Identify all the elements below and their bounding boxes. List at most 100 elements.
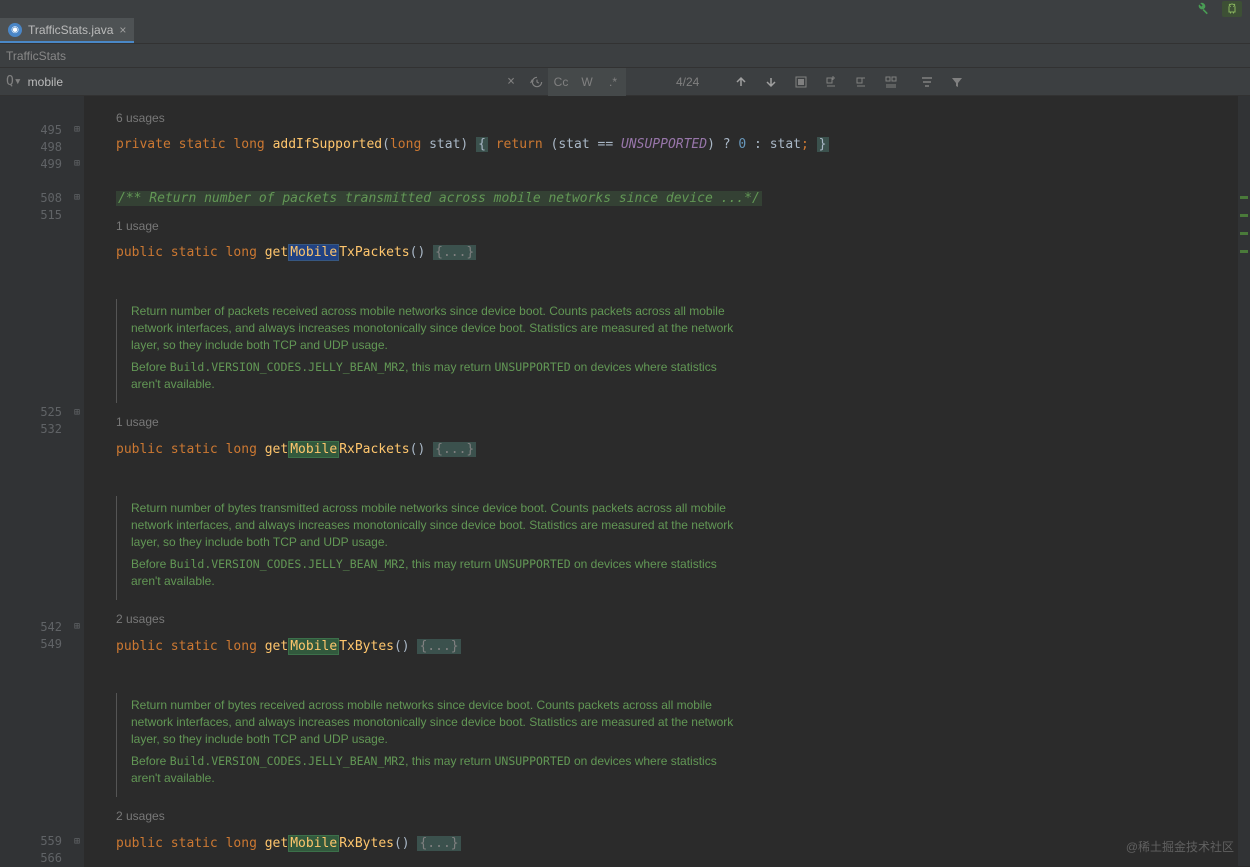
line-number: 559⊞	[0, 833, 84, 850]
find-result-count: 4/24	[626, 75, 729, 89]
doc-comment: Return number of bytes received across m…	[116, 693, 736, 797]
add-selection-icon[interactable]	[819, 70, 843, 94]
line-number	[0, 567, 84, 584]
editor-area: 495⊞498499⊞508⊞515525⊞532542⊞549559⊞566 …	[0, 96, 1250, 867]
code-line[interactable]: public static long getMobileRxBytes() {.…	[116, 830, 1250, 857]
search-match-current: Mobile	[288, 244, 339, 261]
next-match-icon[interactable]	[759, 70, 783, 94]
line-number	[0, 353, 84, 370]
code-line[interactable]: /** Return number of packets transmitted…	[116, 185, 1250, 212]
code-line[interactable]	[116, 158, 1250, 185]
tool-icon[interactable]	[1194, 1, 1210, 17]
prev-match-icon[interactable]	[729, 70, 753, 94]
line-number: 515	[0, 206, 84, 223]
search-match: Mobile	[288, 835, 339, 852]
find-bar: Q▾ × Cc W .* 4/24	[0, 68, 1250, 96]
history-icon[interactable]	[526, 71, 548, 93]
line-number	[0, 730, 84, 747]
fold-toggle-icon[interactable]: ⊞	[74, 621, 80, 632]
line-number	[0, 172, 84, 189]
find-input[interactable]	[28, 75, 496, 89]
fold-toggle-icon[interactable]: ⊞	[74, 192, 80, 203]
line-number	[0, 284, 84, 301]
line-number: 532	[0, 421, 84, 438]
line-number: 525⊞	[0, 404, 84, 421]
fold-placeholder[interactable]: {...}	[433, 442, 476, 457]
match-case-toggle[interactable]: Cc	[548, 68, 574, 96]
select-all-icon[interactable]	[789, 70, 813, 94]
breadcrumb[interactable]: TrafficStats	[0, 44, 1250, 68]
clear-search-icon[interactable]: ×	[500, 71, 522, 93]
fold-placeholder[interactable]: {...}	[417, 836, 460, 851]
doc-comment: Return number of packets received across…	[116, 299, 736, 403]
line-number	[0, 336, 84, 353]
line-number	[0, 499, 84, 516]
line-number	[0, 550, 84, 567]
android-icon[interactable]	[1222, 1, 1242, 17]
gutter: 495⊞498499⊞508⊞515525⊞532542⊞549559⊞566	[0, 96, 84, 867]
regex-toggle[interactable]: .*	[600, 68, 626, 96]
line-number: 549	[0, 635, 84, 652]
line-number: 508⊞	[0, 189, 84, 206]
line-number	[0, 516, 84, 533]
usage-label[interactable]: 1 usage	[116, 409, 1250, 436]
title-bar	[0, 0, 1250, 18]
line-number: 499⊞	[0, 155, 84, 172]
editor-tabs: ◉ TrafficStats.java ×	[0, 18, 1250, 44]
close-tab-icon[interactable]: ×	[119, 23, 126, 37]
code-line[interactable]	[116, 857, 1250, 867]
words-toggle[interactable]: W	[574, 68, 600, 96]
code-line[interactable]: public static long getMobileTxPackets() …	[116, 239, 1250, 266]
usage-label[interactable]: 2 usages	[116, 606, 1250, 633]
remove-selection-icon[interactable]	[849, 70, 873, 94]
file-tab[interactable]: ◉ TrafficStats.java ×	[0, 18, 134, 43]
line-number	[0, 816, 84, 833]
fold-toggle-icon[interactable]: ⊞	[74, 407, 80, 418]
breadcrumb-item[interactable]: TrafficStats	[6, 49, 66, 63]
fold-placeholder[interactable]: {...}	[417, 639, 460, 654]
line-number: 566	[0, 850, 84, 867]
line-number	[0, 533, 84, 550]
fold-placeholder[interactable]: {...}	[433, 245, 476, 260]
line-number	[0, 799, 84, 816]
line-number	[0, 713, 84, 730]
search-match: Mobile	[288, 441, 339, 458]
tab-label: TrafficStats.java	[28, 23, 113, 37]
code-area[interactable]: 6 usages private static long addIfSuppor…	[84, 96, 1250, 867]
usage-label[interactable]: 6 usages	[116, 104, 1250, 131]
line-number	[0, 747, 84, 764]
fold-toggle-icon[interactable]: ⊞	[74, 836, 80, 847]
find-nav	[729, 70, 969, 94]
find-options: Cc W .*	[548, 68, 626, 96]
fold-toggle-icon[interactable]: ⊞	[74, 124, 80, 135]
code-line[interactable]: public static long getMobileTxBytes() {.…	[116, 633, 1250, 660]
select-all-occurrences-icon[interactable]	[879, 70, 903, 94]
search-match: Mobile	[288, 638, 339, 655]
line-number	[0, 370, 84, 387]
line-number	[0, 584, 84, 601]
find-input-area: Q▾ ×	[0, 68, 548, 96]
code-line[interactable]: public static long getMobileRxPackets() …	[116, 436, 1250, 463]
usage-label[interactable]: 1 usage	[116, 212, 1250, 239]
scrollbar[interactable]	[1238, 96, 1250, 866]
line-number: 495⊞	[0, 121, 84, 138]
code-line[interactable]: private static long addIfSupported(long …	[116, 131, 1250, 158]
fold-toggle-icon[interactable]: ⊞	[74, 158, 80, 169]
more-options-icon[interactable]	[915, 70, 939, 94]
line-number: 498	[0, 138, 84, 155]
line-number	[0, 601, 84, 618]
line-number	[0, 301, 84, 318]
line-number	[0, 764, 84, 781]
code-line[interactable]	[116, 463, 1250, 490]
doc-comment: Return number of bytes transmitted acros…	[116, 496, 736, 600]
code-line[interactable]	[116, 660, 1250, 687]
search-icon: Q▾	[6, 74, 22, 89]
filter-icon[interactable]	[945, 70, 969, 94]
line-number	[0, 318, 84, 335]
usage-label[interactable]: 2 usages	[116, 803, 1250, 830]
line-number	[0, 781, 84, 798]
java-file-icon: ◉	[8, 23, 22, 37]
code-line[interactable]	[116, 266, 1250, 293]
line-number	[0, 104, 84, 121]
watermark: @稀土掘金技术社区	[1126, 838, 1234, 855]
